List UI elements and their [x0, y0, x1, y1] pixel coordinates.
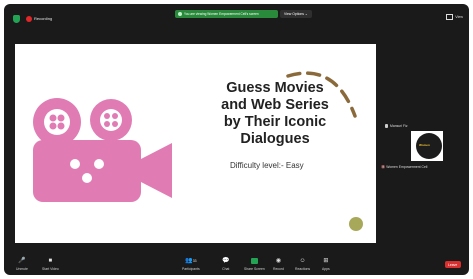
unmute-label: Unmute	[16, 267, 28, 271]
apps-icon: ⊞	[323, 258, 329, 264]
apps-button[interactable]: ⊞ Apps	[322, 258, 330, 271]
start-video-button[interactable]: ■ Start Video	[42, 258, 59, 271]
view-button-label: View	[455, 14, 463, 19]
view-options-button[interactable]: View Options ⌄	[280, 10, 312, 18]
meeting-toolbar: 🎤 Unmute ■ Start Video 👥33 Participants …	[4, 258, 469, 275]
share-screen-button[interactable]: Share Screen	[244, 258, 265, 271]
top-bar: Recording You are viewing Women Empowerm…	[4, 4, 469, 26]
record-label: Record	[273, 267, 284, 271]
participants-button[interactable]: 👥33 Participants	[182, 258, 200, 271]
reactions-label: Reactions	[295, 267, 311, 271]
record-icon: ◉	[275, 258, 282, 264]
participants-count: 33	[192, 259, 197, 263]
title-line: and Web Series	[221, 97, 329, 113]
title-line: by Their Iconic	[223, 114, 327, 130]
slide-subtitle: Difficulty level:- Easy	[230, 161, 304, 170]
thumbnail-caption: 🔇 Women Empowerment Cell	[381, 165, 427, 169]
record-button[interactable]: ◉ Record	[273, 258, 284, 271]
unmute-button[interactable]: 🎤 Unmute	[16, 258, 28, 271]
grid-view-icon	[446, 14, 454, 20]
thumbnail-caption-text: Women Empowerment Cell	[386, 165, 428, 169]
view-button[interactable]: View	[446, 14, 463, 20]
leave-button[interactable]: Leave	[445, 261, 461, 268]
participant-tile-name: Mansuri Fiz	[385, 124, 408, 129]
participant-thumbnail[interactable]: Women	[411, 131, 443, 161]
share-screen-label: Share Screen	[244, 267, 265, 271]
title-line: Guess Movies	[226, 80, 324, 96]
reactions-button[interactable]: ☺ Reactions	[295, 258, 310, 271]
chat-button[interactable]: 💬 Chat	[222, 258, 229, 271]
zoom-window: Recording You are viewing Women Empowerm…	[4, 4, 469, 275]
shared-slide: Guess Movies and Web Series by Their Ico…	[15, 44, 376, 243]
start-video-label: Start Video	[42, 267, 59, 271]
microphone-icon: 🎤	[18, 258, 26, 264]
video-camera-icon: ■	[48, 258, 53, 264]
share-banner-text: You are viewing Women Empowerment Cell's…	[184, 12, 259, 16]
muted-mic-icon	[385, 124, 388, 129]
recording-icon	[26, 16, 32, 22]
muted-mic-icon: 🔇	[381, 165, 386, 169]
participants-label: Participants	[182, 267, 200, 271]
thumbnail-logo-text: Women	[419, 143, 430, 147]
slide-title: Guess Movies and Web Series by Their Ico…	[200, 80, 350, 148]
decorative-circle	[349, 217, 363, 231]
share-screen-icon	[244, 258, 265, 265]
chat-label: Chat	[222, 267, 230, 271]
participant-name: Mansuri Fiz	[390, 124, 408, 128]
recording-label: Recording	[34, 16, 53, 21]
reactions-icon: ☺	[299, 258, 306, 264]
participants-icon: 👥33	[185, 258, 197, 264]
screen-share-banner: You are viewing Women Empowerment Cell's…	[175, 10, 278, 18]
chat-icon: 💬	[222, 258, 230, 264]
title-line: Dialogues	[240, 131, 310, 147]
women-empowerment-logo: Women	[416, 133, 442, 159]
share-status-icon	[178, 12, 182, 16]
apps-label: Apps	[322, 267, 330, 271]
view-options-label: View Options ⌄	[284, 12, 308, 16]
security-shield-icon[interactable]	[13, 15, 20, 23]
leave-label: Leave	[448, 262, 458, 267]
